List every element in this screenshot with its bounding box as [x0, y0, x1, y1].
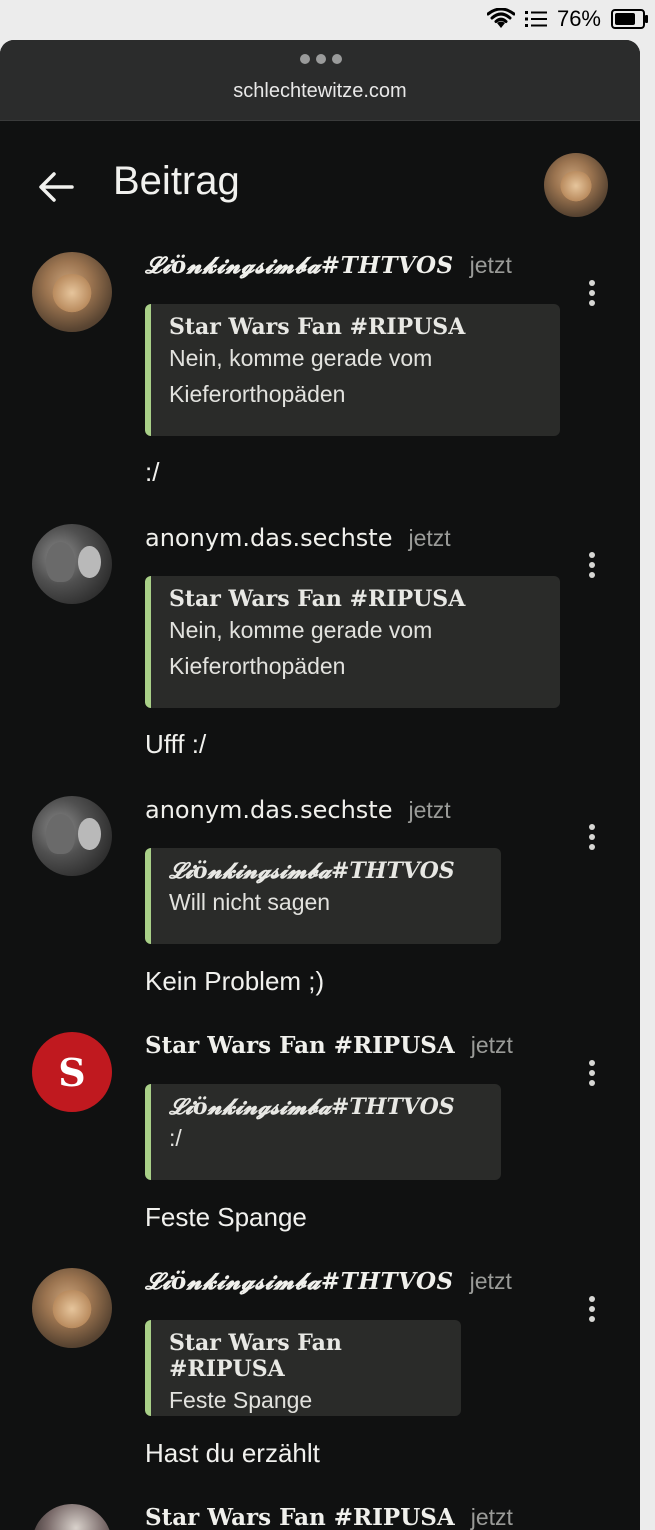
wifi-icon — [486, 8, 515, 28]
more-vert-icon[interactable] — [584, 552, 600, 582]
more-vert-icon[interactable] — [584, 1296, 600, 1326]
arrow-left-icon[interactable] — [38, 169, 74, 205]
more-dots-icon[interactable] — [300, 54, 342, 64]
list-icon — [524, 11, 547, 27]
quote-author: Star Wars Fan #RIPUSA — [169, 314, 466, 340]
avatar[interactable] — [32, 1504, 112, 1530]
post-author[interactable]: 𝓛𝓲ö𝓷𝓴𝓲𝓷𝓰𝓼𝓲𝓶𝓫𝓪#THTVOS — [145, 252, 454, 279]
quote-text: Nein, komme gerade vom Kieferorthopäden — [169, 617, 433, 679]
battery-percent: 76% — [556, 6, 601, 31]
quoted-reply[interactable]: Star Wars Fan #RIPUSA Nein, komme gerade… — [145, 304, 560, 436]
avatar[interactable] — [32, 796, 112, 876]
quote-author: 𝓛𝓲ö𝓷𝓴𝓲𝓷𝓰𝓼𝓲𝓶𝓫𝓪#THTVOS — [169, 1094, 455, 1120]
post-time: jetzt — [469, 252, 512, 278]
post-text: Kein Problem ;) — [145, 966, 325, 996]
post-author[interactable]: anonym.das.sechste — [145, 524, 392, 552]
post-time: jetzt — [470, 1504, 513, 1530]
app-bar: Beitrag — [0, 121, 640, 251]
status-bar: 76% — [0, 0, 655, 40]
battery-icon — [611, 9, 648, 29]
avatar[interactable]: S — [32, 1032, 112, 1112]
post-text: Ufff :/ — [145, 729, 207, 759]
post-time: jetzt — [408, 525, 451, 551]
avatar[interactable] — [32, 1268, 112, 1348]
post-text: :/ — [145, 457, 160, 487]
more-vert-icon[interactable] — [584, 824, 600, 854]
post-author[interactable]: 𝓛𝓲ö𝓷𝓴𝓲𝓷𝓰𝓼𝓲𝓶𝓫𝓪#THTVOS — [145, 1268, 454, 1295]
url-bar[interactable]: schlechtewitze.com — [0, 40, 640, 121]
more-vert-icon[interactable] — [584, 1060, 600, 1090]
post-author[interactable]: anonym.das.sechste — [145, 796, 392, 824]
quote-author: Star Wars Fan #RIPUSA — [169, 1330, 342, 1382]
url-text[interactable]: schlechtewitze.com — [0, 80, 640, 103]
quote-author: 𝓛𝓲ö𝓷𝓴𝓲𝓷𝓰𝓼𝓲𝓶𝓫𝓪#THTVOS — [169, 858, 455, 884]
quoted-reply[interactable]: Star Wars Fan #RIPUSA Nein, komme gerade… — [145, 576, 560, 708]
quote-text: Will nicht sagen — [169, 889, 331, 915]
avatar[interactable] — [32, 252, 112, 332]
post-text: Feste Spange — [145, 1202, 307, 1232]
quoted-reply[interactable]: Star Wars Fan #RIPUSA Feste Spange — [145, 1320, 461, 1416]
post-author[interactable]: Star Wars Fan #RIPUSA — [145, 1032, 455, 1059]
quoted-reply[interactable]: 𝓛𝓲ö𝓷𝓴𝓲𝓷𝓰𝓼𝓲𝓶𝓫𝓪#THTVOS :/ — [145, 1084, 501, 1180]
quoted-reply[interactable]: 𝓛𝓲ö𝓷𝓴𝓲𝓷𝓰𝓼𝓲𝓶𝓫𝓪#THTVOS Will nicht sagen — [145, 848, 501, 944]
post-time: jetzt — [408, 797, 451, 823]
quote-text: Feste Spange — [169, 1387, 313, 1413]
post-time: jetzt — [470, 1032, 513, 1058]
quote-author: Star Wars Fan #RIPUSA — [169, 586, 466, 612]
quote-text: :/ — [169, 1125, 182, 1151]
user-avatar[interactable] — [544, 153, 608, 217]
browser-sheet: schlechtewitze.com Beitrag 𝓛𝓲ö𝓷𝓴𝓲𝓷𝓰𝓼𝓲𝓶𝓫𝓪… — [0, 40, 640, 1530]
post-author[interactable]: Star Wars Fan #RIPUSA — [145, 1504, 455, 1530]
post-time: jetzt — [469, 1268, 512, 1294]
more-vert-icon[interactable] — [584, 280, 600, 310]
page-title: Beitrag — [113, 159, 240, 203]
avatar[interactable] — [32, 524, 112, 604]
quote-text: Nein, komme gerade vom Kieferorthopäden — [169, 345, 433, 407]
post-text: Hast du erzählt — [145, 1438, 320, 1468]
